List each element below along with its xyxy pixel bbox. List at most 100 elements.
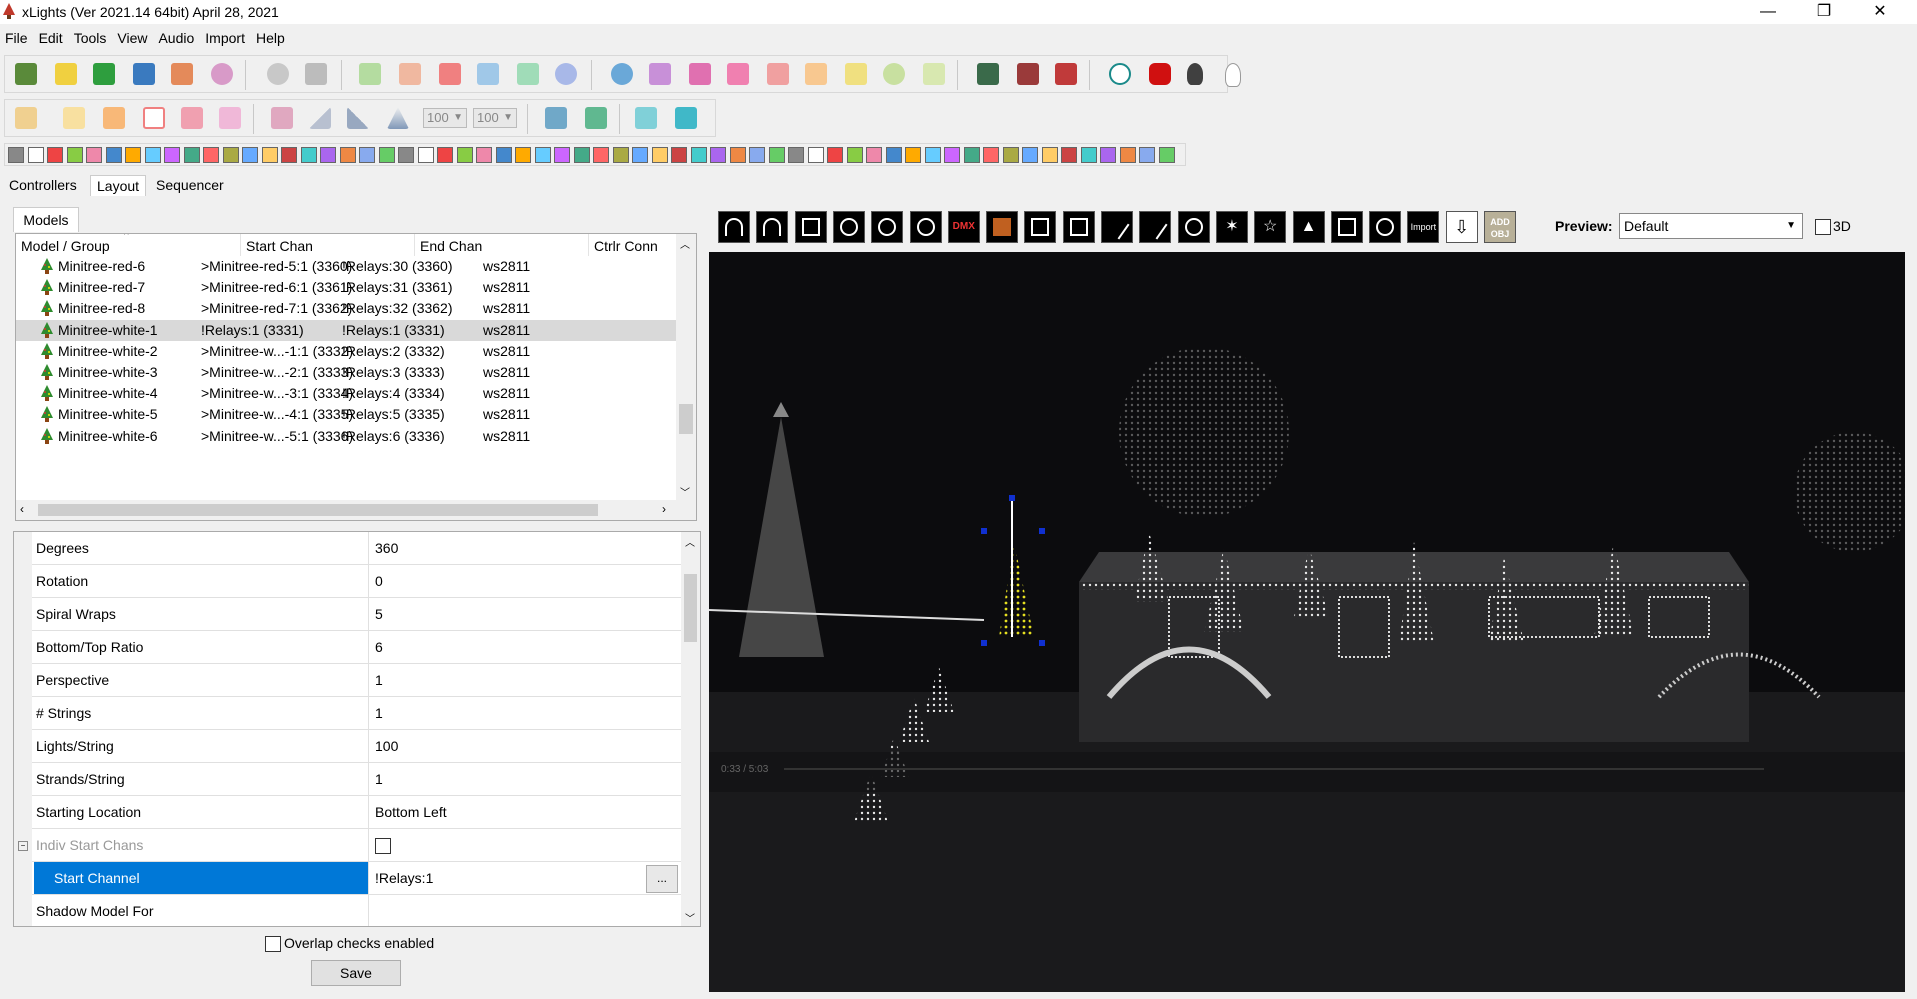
menu-view[interactable]: View <box>112 28 153 48</box>
fill-icon[interactable] <box>103 107 125 129</box>
effect-icon[interactable] <box>905 147 921 163</box>
effect-icon[interactable] <box>710 147 726 163</box>
effect-icon[interactable] <box>378 147 395 163</box>
add-single-line-button[interactable] <box>1101 211 1133 243</box>
collapse-icon[interactable]: − <box>18 841 28 851</box>
close-button[interactable]: ✕ <box>1857 0 1903 24</box>
start-channel-browse-button[interactable]: ... <box>646 865 678 893</box>
effect-icon[interactable] <box>729 147 746 163</box>
add-sphere-button[interactable] <box>871 211 904 243</box>
scrollbar-thumb[interactable] <box>684 574 697 642</box>
add-dmx-button[interactable]: DMX <box>947 211 980 243</box>
maximize-button[interactable]: ❐ <box>1801 0 1847 24</box>
model-list-row[interactable]: Minitree-white-2 >Minitree-w...-1:1 (3332… <box>16 341 676 362</box>
effect-icon[interactable] <box>1158 147 1175 163</box>
menu-file[interactable]: File <box>0 28 34 48</box>
indiv-start-chans-checkbox[interactable] <box>375 838 391 854</box>
property-row[interactable]: Shadow Model For <box>14 895 681 926</box>
ramp-down-icon[interactable] <box>347 107 369 129</box>
3d-checkbox[interactable] <box>1815 219 1831 235</box>
effect-icon[interactable] <box>437 147 453 163</box>
scroll-up-icon[interactable]: ︿ <box>680 236 690 251</box>
lightbulb-off-icon[interactable] <box>1187 63 1203 85</box>
model-list-row[interactable]: Minitree-white-6 >Minitree-w...-5:1 (3336… <box>16 426 676 447</box>
save-icon[interactable] <box>133 63 155 85</box>
add-circle-outline-button[interactable] <box>1369 211 1402 243</box>
select-icon[interactable] <box>63 107 85 129</box>
property-row[interactable]: Bottom/Top Ratio 6 <box>14 631 681 664</box>
effect-icon[interactable] <box>924 147 941 163</box>
tab-layout[interactable]: Layout <box>90 175 147 196</box>
scroll-up-icon[interactable]: ︿ <box>685 534 695 549</box>
layout-preview-canvas[interactable]: 0:33 / 5:03 <box>709 252 1905 992</box>
effect-icon[interactable] <box>1080 147 1097 163</box>
paste-window-icon[interactable] <box>675 107 697 129</box>
save-as-icon[interactable] <box>171 63 193 85</box>
rewind-icon[interactable] <box>477 63 499 85</box>
tab-models[interactable]: Models <box>13 207 79 232</box>
effect-icon[interactable] <box>261 147 278 163</box>
add-icicles-button[interactable] <box>1024 211 1057 243</box>
ac-mode-icon[interactable] <box>15 107 37 129</box>
effect-icon[interactable] <box>515 147 531 163</box>
scroll-down-icon[interactable]: ﹀ <box>685 910 695 925</box>
property-value[interactable]: !Relays:1 <box>371 862 681 894</box>
add-window-frame-button[interactable] <box>794 211 827 243</box>
add-download-button[interactable]: ⇩ <box>1445 211 1478 243</box>
new-sequence-icon[interactable] <box>55 63 77 85</box>
stop-icon[interactable] <box>439 63 461 85</box>
clipboard-icon[interactable] <box>305 63 327 85</box>
effect-icon[interactable] <box>66 147 83 163</box>
property-row[interactable]: Spiral Wraps 5 <box>14 598 681 631</box>
property-value[interactable]: 360 <box>371 532 681 564</box>
render-icon[interactable] <box>689 63 711 85</box>
effect-icon[interactable] <box>8 147 24 163</box>
effect-icon[interactable] <box>495 147 512 163</box>
paint-bucket-icon[interactable] <box>545 107 567 129</box>
warning-triangle-icon[interactable] <box>767 63 789 85</box>
model-list-row[interactable]: Minitree-white-3 >Minitree-w...-2:1 (3333… <box>16 362 676 383</box>
model-list-row[interactable]: Minitree-red-8 >Minitree-red-7:1 (3362) !R… <box>16 298 676 319</box>
mixer-icon[interactable] <box>649 63 671 85</box>
save-button[interactable]: Save <box>311 960 401 986</box>
scrollbar-thumb[interactable] <box>38 504 598 516</box>
effect-icon[interactable] <box>612 147 629 163</box>
column-start-chan[interactable]: Start Chan <box>241 234 415 256</box>
open-folder-icon[interactable] <box>93 63 115 85</box>
pause-icon[interactable] <box>399 63 421 85</box>
property-value[interactable]: 5 <box>371 598 681 630</box>
menu-tools[interactable]: Tools <box>69 28 113 48</box>
property-grid-scrollbar[interactable]: ︿ ﹀ <box>681 532 700 926</box>
column-end-chan[interactable]: End Chan <box>415 234 589 256</box>
effect-icon[interactable] <box>573 147 590 163</box>
add-import-button[interactable]: Import <box>1407 211 1440 243</box>
property-value[interactable]: 1 <box>371 697 681 729</box>
effect-icon[interactable] <box>144 147 161 163</box>
effect-icon[interactable] <box>651 147 668 163</box>
property-value[interactable] <box>371 895 681 926</box>
effect-icon[interactable] <box>339 147 356 163</box>
effect-icon[interactable] <box>1002 147 1019 163</box>
model-list-vertical-scrollbar[interactable]: ︿ ﹀ <box>676 234 696 500</box>
property-value[interactable]: 1 <box>371 664 681 696</box>
effect-icon[interactable] <box>86 147 102 163</box>
add-wreath-button[interactable] <box>909 211 942 243</box>
effect-icon[interactable] <box>164 147 180 163</box>
flag-icon[interactable] <box>845 63 867 85</box>
ramp-up-down-icon[interactable] <box>387 107 409 129</box>
model-list-row[interactable]: Minitree-red-6 >Minitree-red-5:1 (3360) !R… <box>16 256 676 277</box>
effect-icon[interactable] <box>534 147 551 163</box>
scroll-right-icon[interactable]: › <box>662 502 666 516</box>
effect-icon[interactable] <box>476 147 492 163</box>
property-row[interactable]: Starting Location Bottom Left <box>14 796 681 829</box>
effect-icon[interactable] <box>632 147 648 163</box>
effect-icon[interactable] <box>203 147 219 163</box>
property-value[interactable]: 1 <box>371 763 681 795</box>
intensity-end-combo[interactable]: 100 ▼ <box>473 108 517 128</box>
scroll-left-icon[interactable]: ‹ <box>20 502 24 516</box>
magic-wand-icon[interactable] <box>923 63 945 85</box>
property-row[interactable]: # Strings 1 <box>14 697 681 730</box>
stopwatch-icon[interactable] <box>267 63 289 85</box>
minimize-button[interactable]: — <box>1745 0 1791 24</box>
effect-icon[interactable] <box>983 147 999 163</box>
